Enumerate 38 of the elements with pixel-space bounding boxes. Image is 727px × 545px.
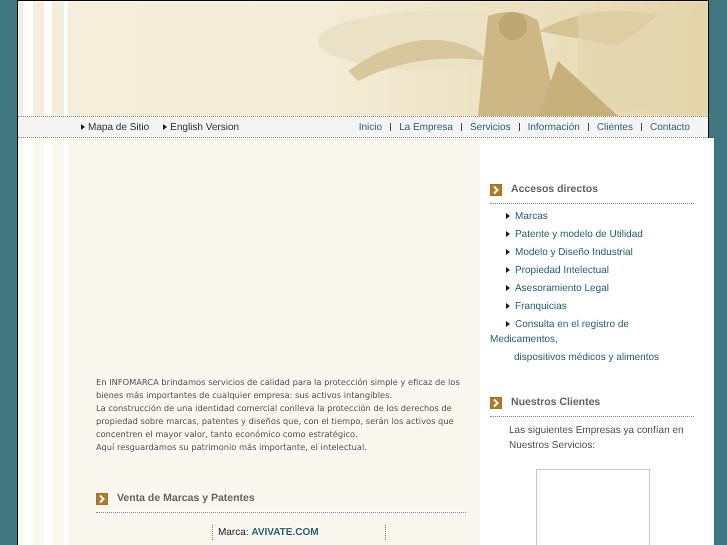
triangle-bullet-icon [506,321,510,328]
chevron-icon [96,492,108,505]
nav-link[interactable]: Inicio [358,120,382,134]
triangle-bullet-icon [81,124,85,130]
brand-link[interactable]: AVIVATE.COM [251,526,319,538]
triangle-bullet-icon [506,249,510,256]
intro-paragraph: Aquí resguardamos su patrimonio más importante, el intelectual. [96,441,368,454]
intro-paragraph: En INFOMARCA brindamos servicios de calidad para la protección simple y eficaz de los bienes más importantes de cualquier empresa: sus activos intangibles. [96,376,461,402]
triangle-bullet-icon [506,303,510,310]
section-title: Accesos directos [511,182,598,197]
brand-label: Marca: [218,526,249,538]
section-title: Venta de Marcas y Patentes [117,491,255,506]
nav-link[interactable]: Clientes [596,120,633,134]
nav-link[interactable]: Información [528,120,580,134]
nav-link[interactable]: Servicios [470,120,511,134]
triangle-bullet-icon [506,213,510,220]
triangle-bullet-icon [163,124,168,130]
triangle-bullet-icon [506,267,510,274]
intro-paragraph: La construcción de una identidad comercial conlleva la protección de los derechos de propiedad sobre marcas, patentes y diseños que, con el tiempo, serán los activos que concentren el mayor valor, tanto económico como estratégico. [96,402,455,441]
shortcut-link[interactable]: Marcas [506,210,694,223]
chevron-icon [490,184,502,196]
shortcut-link[interactable]: Modelo y Diseño Industrial [506,246,694,259]
shortcut-link[interactable]: Propiedad Intelectual [506,264,694,277]
nav-link[interactable]: English Version [163,120,240,134]
nav-link[interactable]: La Empresa [399,120,453,134]
clients-text: Las siguientes Empresas ya confían en Nuestros Servicios: [509,424,685,452]
nav-link[interactable]: Contacto [650,120,690,134]
shortcut-link[interactable]: Medicamentos, [490,334,558,345]
shortcut-link[interactable]: Franquicias [506,300,694,313]
shortcut-link[interactable]: Asesoramiento Legal [506,282,694,295]
triangle-bullet-icon [506,285,510,292]
chevron-icon [490,396,502,409]
triangle-bullet-icon [506,231,510,238]
section-title: Nuestros Clientes [511,394,600,410]
nav-link[interactable]: Mapa de Sitio [81,120,150,134]
shortcut-link[interactable]: Patente y modelo de Utilidad [506,228,694,241]
shortcut-link[interactable]: Consulta en el registro de [506,318,694,331]
shortcut-link[interactable]: dispositivos médicos y alimentos [514,352,660,363]
